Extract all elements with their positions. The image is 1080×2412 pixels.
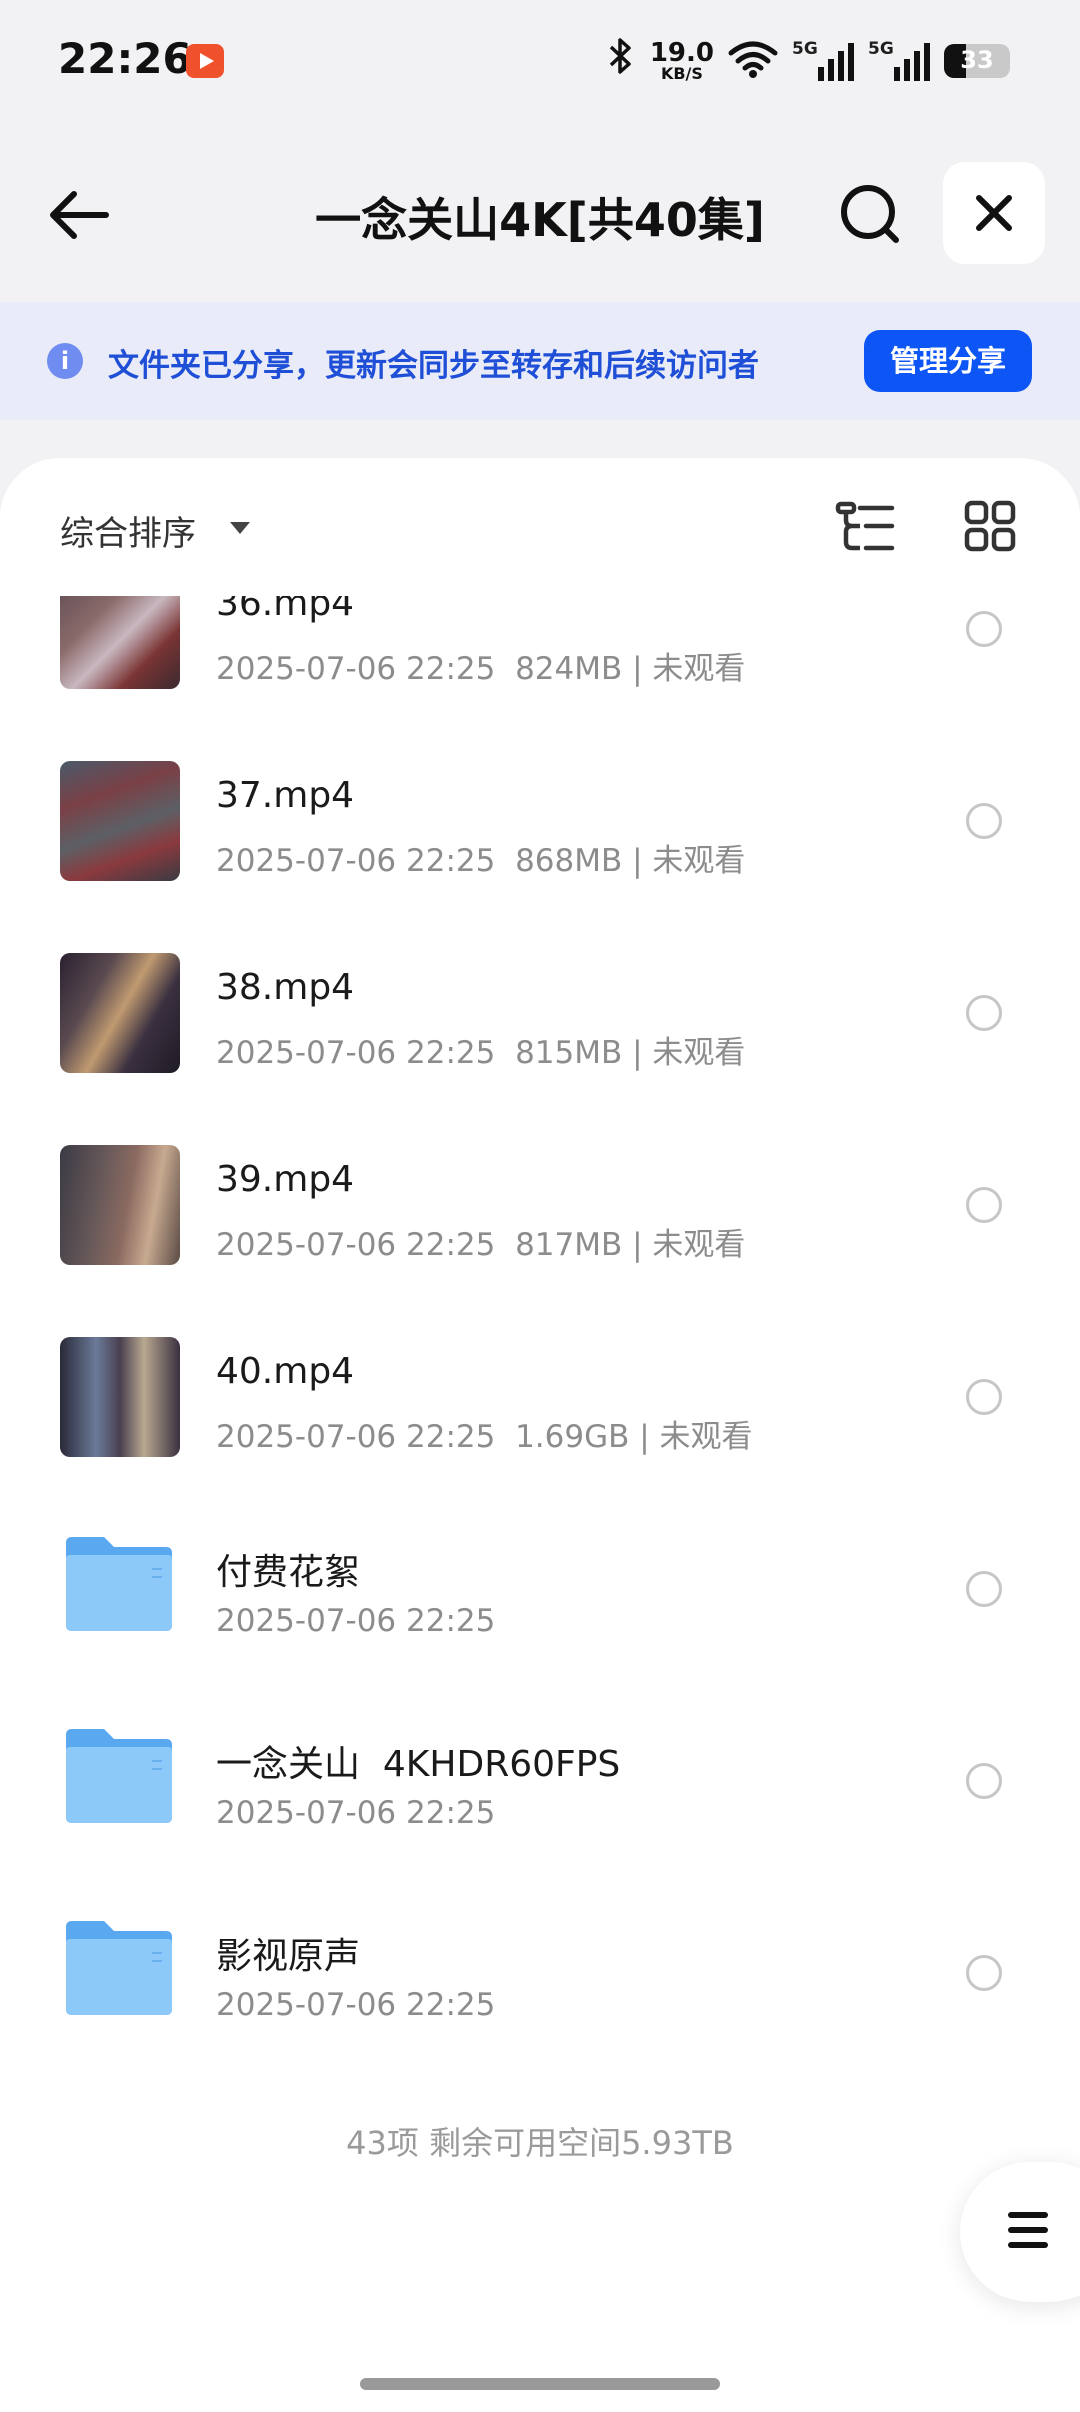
battery-level: 33	[960, 46, 994, 74]
status-bar: 22:26 19.0 KB/S 5G 5G 33	[0, 0, 1080, 120]
file-meta: 2025-07-06 22:25 815MB | 未观看	[216, 1035, 746, 1071]
status-time: 22:26	[58, 34, 192, 83]
cell-signal-2-tag: 5G	[868, 39, 894, 59]
file-name: 一念关山 4KHDR60FPS	[216, 1744, 621, 1785]
caret-down-icon[interactable]	[230, 522, 250, 534]
grid-icon	[964, 500, 1016, 552]
file-meta: 2025-07-06 22:25	[216, 1987, 496, 2023]
video-thumbnail	[60, 596, 180, 689]
home-indicator[interactable]	[360, 2378, 720, 2390]
select-checkbox[interactable]	[966, 1571, 1002, 1607]
select-checkbox[interactable]	[966, 1187, 1002, 1223]
cell-signal-1-icon: 5G	[792, 39, 854, 81]
select-checkbox[interactable]	[966, 995, 1002, 1031]
network-speed: 19.0 KB/S	[650, 40, 714, 82]
status-icons: 19.0 KB/S 5G 5G 33	[606, 36, 1010, 86]
list-item[interactable]: 一念关山 4KHDR60FPS 2025-07-06 22:25	[0, 1685, 1080, 1877]
file-meta: 2025-07-06 22:25 1.69GB | 未观看	[216, 1419, 753, 1455]
page-title: 一念关山4K[共40集]	[315, 193, 765, 247]
cell-signal-1-tag: 5G	[792, 39, 818, 59]
cell-signal-2-icon: 5G	[868, 39, 930, 81]
close-button[interactable]	[943, 162, 1045, 264]
file-name: 38.mp4	[216, 967, 355, 1008]
share-notice-text: 文件夹已分享，更新会同步至转存和后续访问者	[108, 348, 759, 384]
list-item[interactable]: 影视原声 2025-07-06 22:25	[0, 1877, 1080, 2069]
search-button[interactable]	[836, 180, 906, 250]
list-item[interactable]: 38.mp4 2025-07-06 22:25 815MB | 未观看	[0, 917, 1080, 1109]
screen-record-icon	[186, 44, 224, 78]
select-checkbox[interactable]	[966, 1955, 1002, 1991]
select-checkbox[interactable]	[966, 1379, 1002, 1415]
tree-structure-icon	[835, 501, 895, 551]
file-list: 36.mp4 2025-07-06 22:25 824MB | 未观看 37.m…	[0, 596, 1080, 2069]
tree-view-button[interactable]	[834, 498, 898, 558]
file-name: 40.mp4	[216, 1351, 355, 1392]
select-checkbox[interactable]	[966, 1763, 1002, 1799]
search-icon	[841, 185, 899, 243]
list-item[interactable]: 37.mp4 2025-07-06 22:25 868MB | 未观看	[0, 725, 1080, 917]
storage-summary: 43项 剩余可用空间5.93TB	[346, 2124, 734, 2162]
hamburger-menu-icon	[1008, 2212, 1048, 2248]
video-thumbnail	[60, 1337, 180, 1457]
sort-dropdown[interactable]: 综合排序	[60, 506, 196, 555]
file-list-viewport[interactable]: 36.mp4 2025-07-06 22:25 824MB | 未观看 37.m…	[0, 596, 1080, 2096]
close-icon	[976, 195, 1012, 231]
file-meta: 2025-07-06 22:25 817MB | 未观看	[216, 1227, 746, 1263]
video-thumbnail	[60, 761, 180, 881]
file-name: 39.mp4	[216, 1159, 355, 1200]
folder-icon	[64, 1533, 174, 1633]
list-item[interactable]: 40.mp4 2025-07-06 22:25 1.69GB | 未观看	[0, 1301, 1080, 1493]
network-speed-value: 19.0	[649, 38, 714, 68]
file-list-card: 综合排序 36.mp4 2025-07-06 22:25 824MB | 未观看	[0, 458, 1080, 2412]
list-item[interactable]: 36.mp4 2025-07-06 22:25 824MB | 未观看	[0, 596, 1080, 725]
file-meta: 2025-07-06 22:25 868MB | 未观看	[216, 843, 746, 879]
network-speed-unit: KB/S	[660, 64, 703, 83]
file-name: 影视原声	[216, 1936, 361, 1977]
file-meta: 2025-07-06 22:25	[216, 1603, 496, 1639]
wifi-icon	[728, 39, 778, 83]
video-thumbnail	[60, 953, 180, 1073]
bluetooth-icon	[606, 36, 636, 86]
file-meta: 2025-07-06 22:25 824MB | 未观看	[216, 651, 746, 687]
file-name: 37.mp4	[216, 775, 355, 816]
list-item[interactable]: 39.mp4 2025-07-06 22:25 817MB | 未观看	[0, 1109, 1080, 1301]
select-checkbox[interactable]	[966, 611, 1002, 647]
grid-view-button[interactable]	[964, 500, 1016, 552]
battery-icon: 33	[944, 44, 1010, 78]
file-meta: 2025-07-06 22:25	[216, 1795, 496, 1831]
file-name: 36.mp4	[216, 596, 355, 624]
info-icon: i	[47, 343, 83, 379]
file-name: 付费花絮	[216, 1552, 361, 1593]
folder-icon	[64, 1917, 174, 2017]
select-checkbox[interactable]	[966, 803, 1002, 839]
list-item[interactable]: 付费花絮 2025-07-06 22:25	[0, 1493, 1080, 1685]
folder-icon	[64, 1725, 174, 1825]
video-thumbnail	[60, 1145, 180, 1265]
manage-share-button[interactable]: 管理分享	[864, 330, 1032, 392]
top-app-bar: 一念关山4K[共40集]	[0, 150, 1080, 280]
